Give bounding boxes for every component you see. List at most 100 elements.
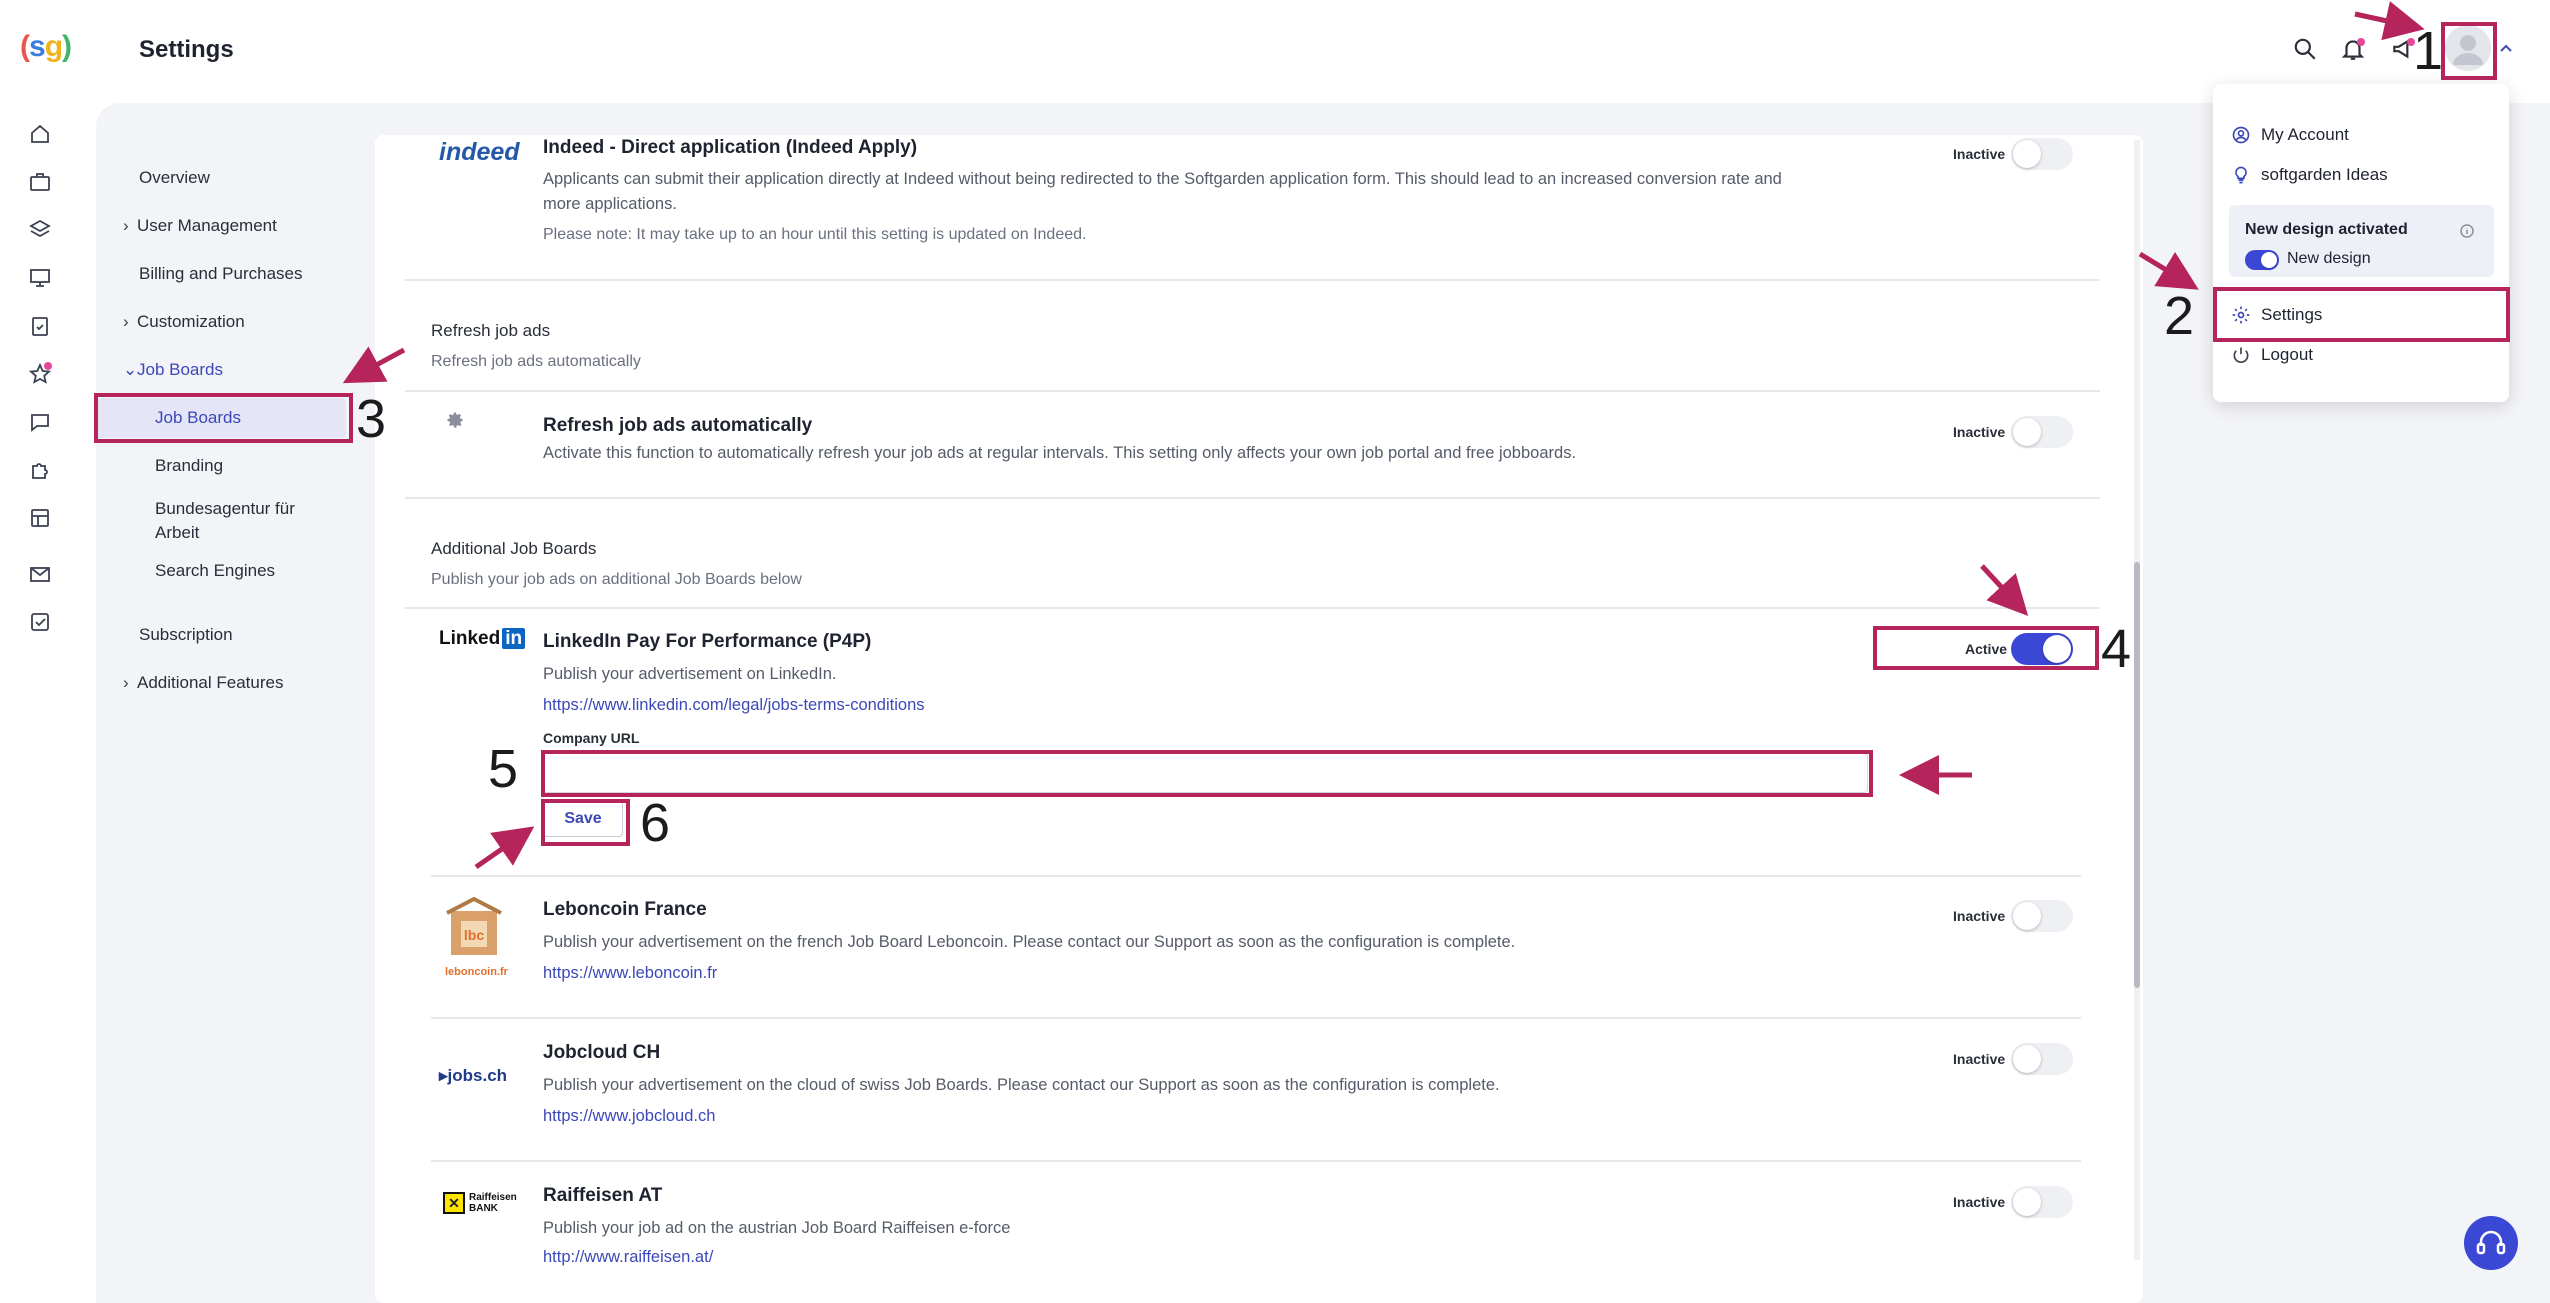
desc-line-2: more applications. [543, 195, 677, 213]
refresh-section-subtitle: Refresh job ads automatically [431, 353, 641, 370]
notification-bell-icon[interactable] [2340, 36, 2370, 66]
divider [431, 1160, 2081, 1162]
arrow-1 [2354, 1, 2425, 41]
checkbox-icon[interactable] [28, 610, 58, 640]
company-url-label: Company URL [543, 730, 640, 746]
presentation-icon[interactable] [28, 266, 58, 296]
nav-item-bundesagentur[interactable]: Bundesagentur für Arbeit [155, 497, 295, 545]
scrollbar-thumb[interactable] [2134, 562, 2140, 988]
annotation-box-save [541, 799, 630, 846]
nav-item-user-management[interactable]: › User Management [123, 216, 277, 236]
raiffeisen-logo-line-1: Raiffeisen [469, 1192, 517, 1203]
jobcloud-logo-text: jobs.ch [447, 1066, 508, 1085]
new-design-title: New design activated [2245, 221, 2408, 238]
raiffeisen-logo: ✕ Raiffeisen BANK [443, 1192, 517, 1214]
indeed-logo: indeed [439, 138, 520, 166]
linkedin-logo-in: in [502, 628, 526, 649]
linkedin-description: Publish your advertisement on LinkedIn. [543, 665, 837, 683]
support-chat-button[interactable] [2464, 1216, 2518, 1270]
nav-label-line-1: Bundesagentur für [155, 499, 295, 518]
leboncoin-toggle[interactable] [2011, 900, 2073, 932]
nav-item-overview[interactable]: Overview [139, 168, 210, 188]
puzzle-icon[interactable] [28, 458, 58, 488]
divider [405, 279, 2100, 281]
mail-icon[interactable] [28, 562, 58, 592]
layers-icon[interactable] [28, 218, 58, 248]
jobcloud-toggle[interactable] [2011, 1043, 2073, 1075]
annotation-box-settings [2213, 287, 2510, 342]
toggle-knob [2013, 418, 2041, 446]
nav-item-branding[interactable]: Branding [155, 456, 223, 476]
raiffeisen-title: Raiffeisen AT [543, 1185, 663, 1206]
menu-item-logout[interactable]: Logout [2261, 345, 2313, 365]
divider [431, 875, 2081, 877]
linkedin-link[interactable]: https://www.linkedin.com/legal/jobs-term… [543, 696, 925, 715]
app-logo[interactable]: (sg) [20, 30, 72, 64]
nav-item-additional-features[interactable]: › Additional Features [123, 673, 284, 693]
jobcloud-logo: ▸jobs.ch [439, 1066, 508, 1085]
nav-group-job-boards[interactable]: ⌄Job Boards [123, 360, 223, 380]
divider [405, 497, 2100, 499]
indeed-toggle[interactable] [2011, 138, 2073, 170]
jobcloud-status: Inactive [1953, 1051, 2006, 1067]
gear-icon [445, 410, 465, 430]
clipboard-check-icon[interactable] [28, 314, 58, 344]
menu-item-softgarden-ideas[interactable]: softgarden Ideas [2261, 165, 2388, 185]
linkedin-title: LinkedIn Pay For Performance (P4P) [543, 631, 872, 652]
divider [405, 607, 2100, 609]
raiffeisen-logo-mark: ✕ [443, 1192, 465, 1214]
annotation-number-2: 2 [2164, 286, 2195, 346]
raiffeisen-description: Publish your job ad on the austrian Job … [543, 1219, 1011, 1237]
indeed-title: Indeed - Direct application (Indeed Appl… [543, 137, 918, 158]
divider [405, 390, 2100, 392]
store-icon[interactable] [28, 506, 58, 536]
refresh-item-title: Refresh job ads automatically [543, 415, 813, 436]
jobcloud-description: Publish your advertisement on the cloud … [543, 1076, 1500, 1094]
toggle-knob [2013, 902, 2041, 930]
nav-item-search-engines[interactable]: Search Engines [155, 561, 275, 581]
star-dot [44, 362, 52, 370]
indeed-description: Applicants can submit their application … [543, 167, 1883, 217]
nav-item-subscription[interactable]: Subscription [139, 625, 233, 645]
search-icon[interactable] [2292, 36, 2322, 66]
annotation-number-3: 3 [356, 389, 387, 449]
page-title: Settings [139, 36, 234, 63]
raiffeisen-toggle[interactable] [2011, 1186, 2073, 1218]
annotation-box-linkedin-toggle [1873, 626, 2099, 670]
nav-label: Additional Features [137, 673, 284, 692]
leboncoin-logo-caption: leboncoin.fr [445, 966, 508, 978]
annotation-number-1: 1 [2413, 21, 2444, 81]
toggle-knob [2013, 1045, 2041, 1073]
info-icon[interactable] [2459, 223, 2475, 239]
additional-section-title: Additional Job Boards [431, 539, 597, 558]
toggle-knob [2013, 1188, 2041, 1216]
new-design-toggle[interactable] [2245, 250, 2279, 270]
home-icon[interactable] [28, 122, 58, 152]
divider [431, 1017, 2081, 1019]
annotation-box-company-url [541, 750, 1873, 797]
refresh-toggle[interactable] [2011, 416, 2073, 448]
refresh-status: Inactive [1953, 424, 2006, 440]
briefcase-icon[interactable] [28, 170, 58, 200]
toggle-knob [2261, 252, 2277, 268]
menu-item-my-account[interactable]: My Account [2261, 125, 2349, 145]
nav-label: Job Boards [137, 360, 223, 379]
chat-icon[interactable] [28, 410, 58, 440]
svg-text:lbc: lbc [464, 927, 484, 943]
nav-item-billing[interactable]: Billing and Purchases [139, 264, 302, 284]
chevron-up-icon[interactable] [2498, 40, 2514, 56]
toggle-knob [2013, 140, 2041, 168]
annotation-box-avatar [2441, 22, 2497, 80]
annotation-number-4: 4 [2101, 619, 2132, 679]
refresh-item-description: Activate this function to automatically … [543, 444, 1577, 462]
leboncoin-link[interactable]: https://www.leboncoin.fr [543, 964, 717, 983]
chevron-right-icon: › [123, 312, 129, 331]
notification-dot [2357, 38, 2365, 46]
nav-label: User Management [137, 216, 277, 235]
nav-item-customization[interactable]: › Customization [123, 312, 247, 332]
jobcloud-link[interactable]: https://www.jobcloud.ch [543, 1107, 715, 1126]
power-icon [2231, 345, 2251, 365]
desc-line-1: Applicants can submit their application … [543, 170, 1782, 188]
star-icon[interactable] [28, 362, 58, 392]
raiffeisen-link[interactable]: http://www.raiffeisen.at/ [543, 1248, 713, 1267]
